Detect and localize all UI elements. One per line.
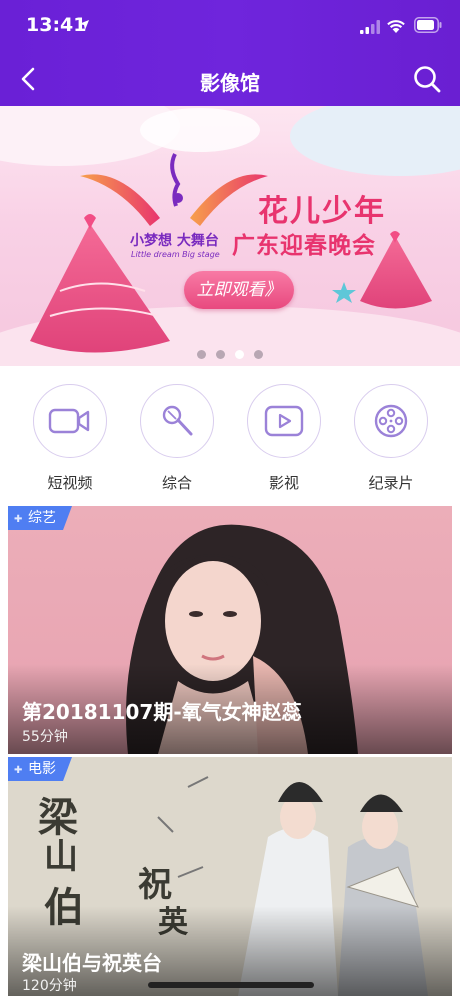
wifi-icon [387,20,405,33]
search-icon[interactable] [412,64,442,94]
category-label: 综合 [161,474,192,492]
battery-icon [414,17,442,33]
tag-label: 综艺 [28,510,56,526]
status-bar: 13:41 [0,0,460,52]
content-card[interactable]: ✚ 综艺 第20181107期-氧气女神赵蕊 55分钟 [8,506,452,754]
banner-title: 花儿少年 [258,194,386,229]
video-camera-icon [48,408,90,434]
category-documentary[interactable]: 纪录片 [353,384,429,493]
card-title: 第20181107期-氧气女神赵蕊 [22,700,302,724]
watch-now-button[interactable]: 立即观看》 [184,271,294,309]
carousel-dot[interactable] [216,350,225,359]
plus-icon: ✚ [14,514,23,525]
tag-label: 电影 [28,761,56,777]
category-tag: ✚ 电影 [8,757,72,781]
microphone-icon [162,405,193,436]
card-title: 梁山伯与祝英台 [22,951,162,975]
category-row: 短视频 综合 影视 纪录片 [0,366,460,506]
category-tag: ✚ 综艺 [8,506,72,530]
category-label: 纪录片 [368,474,414,492]
banner-subtitle: 广东迎春晚会 [232,233,376,259]
card-duration: 55分钟 [22,729,68,745]
card-duration: 120分钟 [22,978,77,994]
location-arrow-icon [79,20,89,30]
carousel-dot[interactable] [254,350,263,359]
cellular-signal-icon [360,20,380,34]
category-icon-circle [354,384,428,458]
banner-logo-subtext: Little dream Big stage [131,250,220,259]
category-icon-circle [33,384,107,458]
carousel-dot[interactable] [197,350,206,359]
category-icon-circle [247,384,321,458]
app-screen: 13:41 影像馆 小梦想 大舞台 Little dream Big stage… [0,0,460,996]
banner-logo-text: 小梦想 大舞台 [130,233,219,249]
promo-banner[interactable]: 小梦想 大舞台 Little dream Big stage 花儿少年 广东迎春… [0,106,460,366]
category-short-video[interactable]: 短视频 [32,384,108,493]
play-icon [264,405,304,437]
nav-bar: 影像馆 [0,52,460,106]
banner-illustration [0,106,460,366]
carousel-dot-active[interactable] [235,350,244,359]
category-label: 短视频 [47,474,93,492]
film-reel-icon [374,404,408,438]
content-card[interactable]: 梁 山 伯 祝 英 ✚电影 梁山伯与祝英台 120分钟 [8,757,452,996]
category-film-tv[interactable]: 影视 [246,384,322,493]
category-general[interactable]: 综合 [139,384,215,493]
plus-icon: ✚ [14,765,23,776]
header-bar: 13:41 影像馆 [0,0,460,106]
calligraphy-decoration: 山 [44,837,78,877]
home-indicator[interactable] [148,982,314,988]
category-icon-circle [140,384,214,458]
carousel-dots [0,344,460,363]
category-label: 影视 [268,474,299,492]
page-title: 影像馆 [200,71,260,95]
